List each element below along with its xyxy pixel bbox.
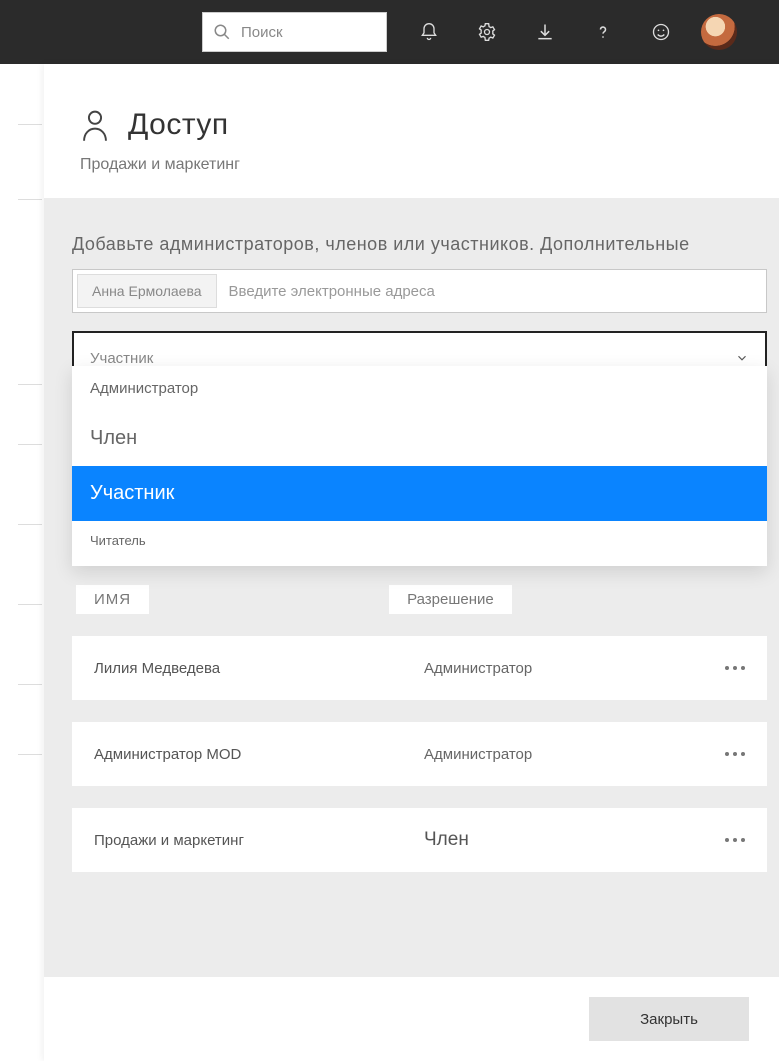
instruction-text: Добавьте администраторов, членов или уча…	[72, 234, 767, 255]
row-permission: Член	[424, 829, 705, 851]
panel-title: Доступ	[128, 108, 229, 142]
search-placeholder: Поиск	[241, 24, 283, 41]
more-icon	[725, 838, 745, 842]
close-button[interactable]: Закрыть	[589, 997, 749, 1041]
user-avatar[interactable]	[701, 14, 737, 50]
role-dropdown: Администратор Член Участник Читатель	[72, 366, 767, 566]
person-chip-label: Анна Ермолаева	[92, 283, 202, 299]
row-actions-button[interactable]	[705, 838, 745, 842]
settings-icon[interactable]	[475, 20, 499, 44]
topbar-icons	[417, 20, 673, 44]
table-row: Лилия Медведева Администратор	[72, 636, 767, 700]
notifications-icon[interactable]	[417, 20, 441, 44]
email-placeholder: Введите электронные адреса	[229, 283, 435, 300]
role-option-reader[interactable]: Читатель	[72, 521, 767, 566]
row-name: Администратор MOD	[94, 746, 424, 763]
chevron-down-icon	[735, 351, 749, 365]
permission-table: ИМЯ Разрешение Лилия Медведева Администр…	[72, 585, 767, 872]
row-name: Лилия Медведева	[94, 660, 424, 677]
panel-subtitle: Продажи и маркетинг	[80, 156, 743, 174]
row-permission: Администратор	[424, 746, 705, 763]
search-box[interactable]: Поиск	[202, 12, 387, 52]
row-actions-button[interactable]	[705, 752, 745, 756]
panel-body: Добавьте администраторов, членов или уча…	[44, 198, 779, 977]
role-option-participant[interactable]: Участник	[72, 466, 767, 521]
role-option-admin[interactable]: Администратор	[72, 366, 767, 411]
panel-footer: Закрыть	[44, 977, 779, 1061]
more-icon	[725, 752, 745, 756]
access-panel: Доступ Продажи и маркетинг Добавьте адми…	[44, 64, 779, 1061]
table-row: Продажи и маркетинг Член	[72, 808, 767, 872]
column-header-permission: Разрешение	[389, 585, 512, 614]
table-row: Администратор MOD Администратор	[72, 722, 767, 786]
people-input-row[interactable]: Анна Ермолаева Введите электронные адрес…	[72, 269, 767, 313]
person-chip[interactable]: Анна Ермолаева	[77, 274, 217, 308]
role-select-value: Участник	[90, 350, 153, 367]
feedback-icon[interactable]	[649, 20, 673, 44]
top-bar: Поиск	[0, 0, 779, 64]
help-icon[interactable]	[591, 20, 615, 44]
search-icon	[213, 23, 231, 41]
more-icon	[725, 666, 745, 670]
row-permission: Администратор	[424, 660, 705, 677]
role-option-member[interactable]: Член	[72, 411, 767, 466]
panel-header: Доступ Продажи и маркетинг	[44, 64, 779, 198]
column-header-name: ИМЯ	[76, 585, 149, 614]
download-icon[interactable]	[533, 20, 557, 44]
row-name: Продажи и маркетинг	[94, 832, 424, 849]
background-page-sliver	[0, 64, 44, 1061]
row-actions-button[interactable]	[705, 666, 745, 670]
person-icon	[80, 108, 110, 142]
